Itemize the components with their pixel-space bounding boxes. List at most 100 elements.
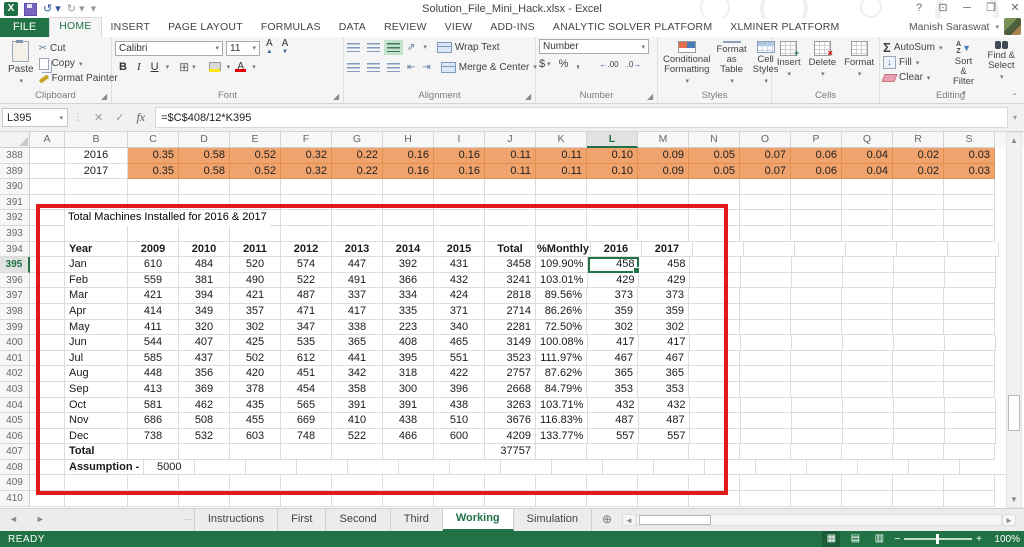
cell-O389[interactable]: 0.07: [740, 164, 791, 180]
cell-B403[interactable]: Sep: [65, 382, 128, 398]
cell-Q398[interactable]: [842, 304, 893, 320]
cell-H400[interactable]: 408: [383, 335, 434, 351]
cell-S389[interactable]: 0.03: [944, 164, 995, 180]
horizontal-scroll-thumb[interactable]: [639, 515, 711, 525]
cell-G404[interactable]: 391: [332, 398, 383, 414]
cell-H406[interactable]: 466: [383, 429, 434, 445]
cell-S390[interactable]: [944, 179, 995, 195]
cell-I410[interactable]: [434, 491, 485, 507]
cell-F408[interactable]: [297, 460, 348, 476]
cell-H390[interactable]: [383, 179, 434, 195]
copy-button[interactable]: Copy▾: [39, 57, 118, 70]
cell-F410[interactable]: [281, 491, 332, 507]
column-header-M[interactable]: M: [638, 132, 689, 148]
sheet-tab-second[interactable]: Second: [326, 509, 390, 531]
cell-K394[interactable]: %Monthly: [536, 242, 591, 258]
cell-A408[interactable]: [30, 460, 65, 476]
cell-K392[interactable]: [536, 210, 587, 226]
cell-A403[interactable]: [30, 382, 65, 398]
column-header-Q[interactable]: Q: [842, 132, 893, 148]
column-header-R[interactable]: R: [893, 132, 944, 148]
cell-Q397[interactable]: [842, 288, 893, 304]
cell-D395[interactable]: 484: [179, 257, 230, 273]
cell-J400[interactable]: 3149: [485, 335, 536, 351]
tab-view[interactable]: VIEW: [436, 18, 482, 37]
cell-N394[interactable]: [693, 242, 744, 258]
cell-J398[interactable]: 2714: [485, 304, 536, 320]
cell-G390[interactable]: [332, 179, 383, 195]
cell-G403[interactable]: 358: [332, 382, 383, 398]
cell-E405[interactable]: 455: [230, 413, 281, 429]
cell-N407[interactable]: [689, 444, 740, 460]
cell-Q407[interactable]: [842, 444, 893, 460]
font-dialog-launcher-icon[interactable]: ◢: [333, 93, 341, 101]
cell-N393[interactable]: [689, 226, 740, 242]
sheet-tab-first[interactable]: First: [278, 509, 326, 531]
cell-M399[interactable]: 302: [638, 320, 689, 336]
cell-K389[interactable]: 0.11: [536, 164, 587, 180]
cell-I408[interactable]: [450, 460, 501, 476]
new-sheet-button[interactable]: ⊕: [592, 509, 622, 531]
cell-D403[interactable]: 369: [179, 382, 230, 398]
ribbon-display-options-button[interactable]: ⊡: [936, 1, 950, 16]
cell-C389[interactable]: 0.35: [128, 164, 179, 180]
cell-R397[interactable]: [893, 288, 944, 304]
cell-O388[interactable]: 0.07: [740, 148, 791, 164]
cell-S400[interactable]: [945, 335, 996, 351]
cell-N409[interactable]: [689, 475, 740, 491]
cell-P394[interactable]: [795, 242, 846, 258]
cell-I398[interactable]: 371: [434, 304, 485, 320]
cell-O403[interactable]: [740, 382, 791, 398]
sheet-nav-left-icon[interactable]: ◄: [0, 509, 27, 531]
cell-R403[interactable]: [893, 382, 944, 398]
cell-J403[interactable]: 2668: [485, 382, 536, 398]
cell-M405[interactable]: 487: [639, 413, 690, 429]
cell-J392[interactable]: [485, 210, 536, 226]
cell-H395[interactable]: 392: [383, 257, 434, 273]
cell-B388[interactable]: 2016: [65, 148, 128, 164]
cell-O402[interactable]: [740, 366, 791, 382]
cell-E404[interactable]: 435: [230, 398, 281, 414]
cell-F396[interactable]: 522: [281, 273, 332, 289]
cell-S388[interactable]: 0.03: [944, 148, 995, 164]
cell-A392[interactable]: [30, 210, 65, 226]
cell-D402[interactable]: 356: [179, 366, 230, 382]
zoom-out-icon[interactable]: −: [894, 534, 900, 545]
cell-A399[interactable]: [30, 320, 65, 336]
sheet-tab-working[interactable]: Working: [443, 509, 514, 531]
cell-F398[interactable]: 471: [281, 304, 332, 320]
cell-F409[interactable]: [281, 475, 332, 491]
cell-M409[interactable]: [638, 475, 689, 491]
cell-H407[interactable]: [383, 444, 434, 460]
cell-A401[interactable]: [30, 351, 65, 367]
cell-B393[interactable]: [65, 226, 128, 242]
cell-J401[interactable]: 3523: [485, 351, 536, 367]
underline-button[interactable]: U: [147, 61, 163, 73]
cell-I394[interactable]: 2015: [434, 242, 485, 258]
cell-G389[interactable]: 0.22: [332, 164, 383, 180]
cell-Q408[interactable]: [858, 460, 909, 476]
cell-R402[interactable]: [893, 366, 944, 382]
column-header-O[interactable]: O: [740, 132, 791, 148]
fill-color-icon[interactable]: [206, 62, 224, 72]
cell-I400[interactable]: 465: [434, 335, 485, 351]
cell-G398[interactable]: 417: [332, 304, 383, 320]
help-button[interactable]: ?: [912, 1, 926, 16]
cell-M406[interactable]: 557: [639, 429, 690, 445]
row-header-405[interactable]: 405: [0, 413, 30, 429]
cell-P408[interactable]: [807, 460, 858, 476]
cell-A404[interactable]: [30, 398, 65, 414]
cell-E409[interactable]: [230, 475, 281, 491]
cell-R400[interactable]: [894, 335, 945, 351]
row-header-397[interactable]: 397: [0, 288, 30, 304]
cell-D396[interactable]: 381: [179, 273, 230, 289]
minimize-button[interactable]: ─: [960, 1, 974, 16]
enter-formula-icon[interactable]: ✓: [109, 111, 130, 124]
cell-Q409[interactable]: [842, 475, 893, 491]
cell-R408[interactable]: [909, 460, 960, 476]
cell-M408[interactable]: [654, 460, 705, 476]
cell-N401[interactable]: [689, 351, 740, 367]
cell-H391[interactable]: [383, 195, 434, 211]
zoom-slider-thumb[interactable]: [936, 534, 939, 544]
scroll-right-icon[interactable]: ►: [1002, 514, 1016, 526]
